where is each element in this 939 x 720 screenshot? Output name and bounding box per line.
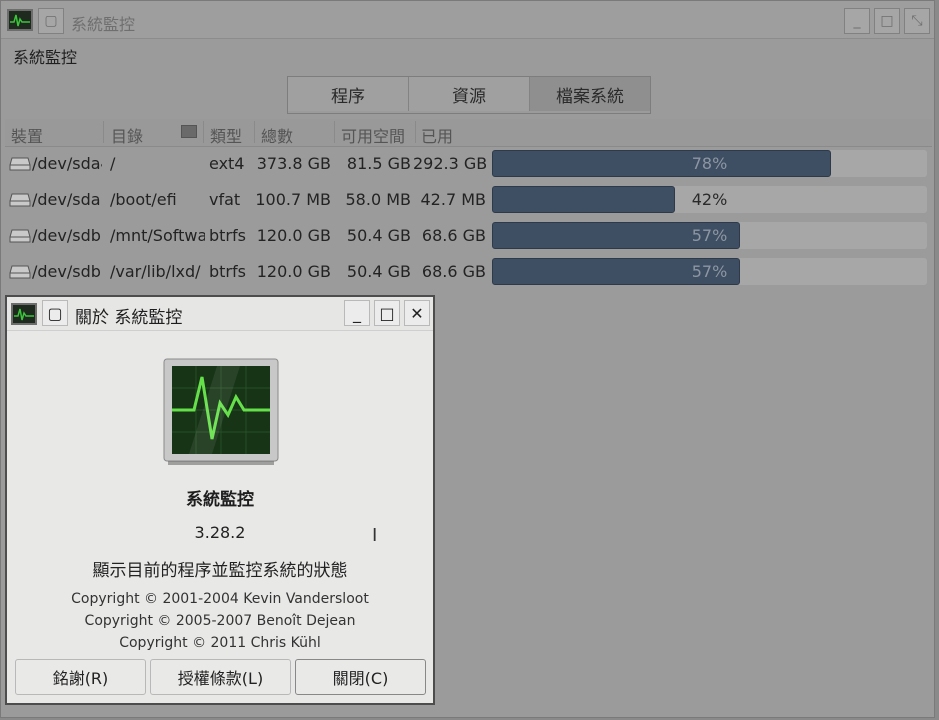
column-type[interactable]: 類型 bbox=[210, 123, 242, 147]
total-size: 100.7 MB bbox=[255, 190, 331, 209]
table-header: 裝置 目錄 類型 總數 可用空間 已用 bbox=[5, 119, 932, 147]
column-total[interactable]: 總數 bbox=[261, 123, 293, 147]
free-space: 50.4 GB bbox=[346, 262, 411, 281]
column-directory[interactable]: 目錄 bbox=[111, 123, 143, 147]
column-free[interactable]: 可用空間 bbox=[341, 123, 405, 147]
tab-resources[interactable]: 資源 bbox=[409, 77, 530, 111]
app-menu[interactable]: 系統監控 bbox=[13, 44, 77, 68]
drive-icon bbox=[9, 229, 31, 243]
table-row[interactable]: /dev/sda1 /boot/efi vfat 100.7 MB 58.0 M… bbox=[5, 182, 932, 218]
usage-bar: 57% bbox=[492, 222, 927, 249]
dialog-title-bar: ▢ 關於 系統監控 _ □ ✕ bbox=[7, 297, 433, 331]
close-button[interactable]: ⤡ bbox=[904, 8, 930, 34]
maximize-button[interactable]: □ bbox=[374, 300, 400, 326]
fs-type: ext4 bbox=[209, 154, 245, 173]
app-version: 3.28.2 bbox=[194, 523, 246, 542]
copyright-line: Copyright © 2005-2007 Benoît Dejean bbox=[84, 613, 356, 629]
mount-directory: / bbox=[110, 154, 116, 173]
table-row[interactable]: /dev/sdb /mnt/Software btrfs 120.0 GB 50… bbox=[5, 218, 932, 254]
fs-type: btrfs bbox=[209, 226, 246, 245]
device-name: /dev/sdb bbox=[32, 226, 101, 245]
usage-bar: 57% bbox=[492, 258, 927, 285]
window-menu-button[interactable]: ▢ bbox=[38, 8, 64, 34]
column-used[interactable]: 已用 bbox=[421, 123, 453, 147]
table-row[interactable]: /dev/sda4 / ext4 373.8 GB 81.5 GB 292.3 … bbox=[5, 146, 932, 182]
table-row[interactable]: /dev/sdb /var/lib/lxd/ btrfs 120.0 GB 50… bbox=[5, 254, 932, 290]
about-dialog: ▢ 關於 系統監控 _ □ ✕ 系統監控 3.28.2 顯示目前的程序並監控系統… bbox=[5, 295, 435, 705]
device-name: /dev/sdb bbox=[32, 262, 101, 281]
credits-button[interactable]: 銘謝(R) bbox=[15, 659, 146, 695]
free-space: 81.5 GB bbox=[346, 154, 411, 173]
copyright-line: Copyright © 2011 Chris Kühl bbox=[119, 635, 321, 651]
drive-icon bbox=[9, 265, 31, 279]
dialog-title: 關於 系統監控 bbox=[75, 308, 183, 328]
app-name: 系統監控 bbox=[186, 490, 254, 510]
column-menu-icon[interactable] bbox=[181, 125, 197, 138]
usage-percent: 57% bbox=[691, 226, 728, 245]
tab-processes[interactable]: 程序 bbox=[288, 77, 409, 111]
tab-file-systems[interactable]: 檔案系統 bbox=[530, 77, 650, 111]
close-button[interactable]: ✕ bbox=[404, 300, 430, 326]
app-description: 顯示目前的程序並監控系統的狀態 bbox=[92, 561, 348, 581]
device-name: /dev/sda4 bbox=[32, 154, 102, 173]
drive-icon bbox=[9, 157, 31, 171]
usage-bar: 78% bbox=[492, 150, 927, 177]
free-space: 58.0 MB bbox=[345, 190, 412, 209]
used-space: 68.6 GB bbox=[421, 226, 486, 245]
total-size: 120.0 GB bbox=[256, 262, 331, 281]
free-space: 50.4 GB bbox=[346, 226, 411, 245]
column-device[interactable]: 裝置 bbox=[11, 123, 43, 147]
used-space: 68.6 GB bbox=[421, 262, 486, 281]
usage-percent: 42% bbox=[691, 190, 728, 209]
total-size: 120.0 GB bbox=[256, 226, 331, 245]
window-title: 系統監控 bbox=[71, 15, 136, 34]
drive-icon bbox=[9, 193, 31, 207]
maximize-button[interactable]: □ bbox=[874, 8, 900, 34]
system-monitor-icon bbox=[11, 303, 37, 325]
window-menu-button[interactable]: ▢ bbox=[42, 300, 68, 326]
mount-directory: /var/lib/lxd/ bbox=[110, 262, 201, 281]
used-space: 42.7 MB bbox=[420, 190, 487, 209]
usage-bar: 42% bbox=[492, 186, 927, 213]
close-dialog-button[interactable]: 關閉(C) bbox=[295, 659, 426, 695]
mount-directory: /mnt/Software bbox=[110, 226, 205, 245]
total-size: 373.8 GB bbox=[256, 154, 331, 173]
used-space: 292.3 GB bbox=[413, 154, 486, 173]
system-monitor-icon bbox=[7, 9, 33, 31]
usage-percent: 57% bbox=[691, 262, 728, 281]
system-monitor-logo bbox=[163, 358, 279, 465]
fs-type: btrfs bbox=[209, 262, 246, 281]
device-name: /dev/sda1 bbox=[32, 190, 102, 209]
view-tabs: 程序 資源 檔案系統 bbox=[287, 76, 651, 114]
minimize-button[interactable]: _ bbox=[844, 8, 870, 34]
text-cursor-icon: I bbox=[372, 525, 378, 546]
license-button[interactable]: 授權條款(L) bbox=[150, 659, 291, 695]
usage-percent: 78% bbox=[691, 154, 728, 173]
title-bar: ▢ 系統監控 _ □ ⤡ bbox=[1, 1, 934, 39]
fs-type: vfat bbox=[209, 190, 241, 209]
mount-directory: /boot/efi bbox=[110, 190, 177, 209]
minimize-button[interactable]: _ bbox=[344, 300, 370, 326]
copyright-line: Copyright © 2001-2004 Kevin Vandersloot bbox=[71, 591, 369, 607]
